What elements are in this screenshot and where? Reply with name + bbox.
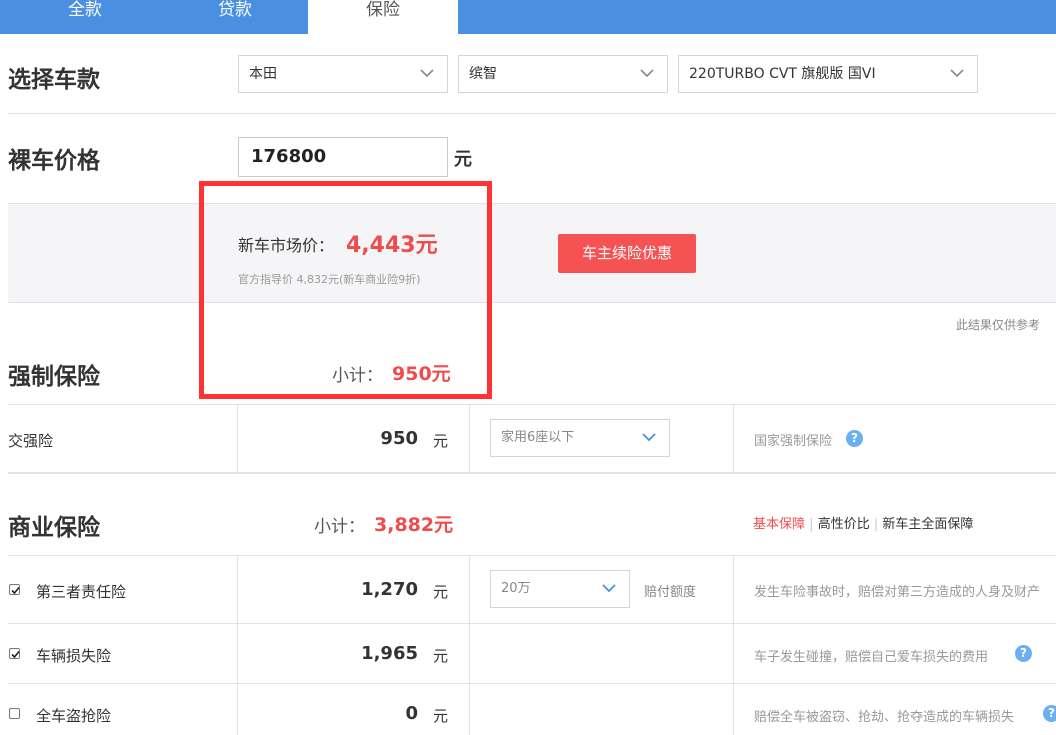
series-select[interactable]: 缤智 <box>458 55 668 93</box>
brand-select-value: 本田 <box>249 66 277 82</box>
compulsory-row-amount: 950 <box>380 428 418 449</box>
summary-box <box>8 203 1056 303</box>
seat-type-select[interactable]: 家用6座以下 <box>490 419 670 457</box>
price-unit: 元 <box>454 149 472 170</box>
divider <box>8 472 1056 474</box>
plan-options: 基本保障 | 高性价比 | 新车主全面保障 <box>753 517 974 532</box>
theft-unit: 元 <box>433 707 449 725</box>
tab-insurance[interactable]: 保险 <box>308 0 458 34</box>
help-icon[interactable]: ? <box>1015 645 1032 662</box>
plan-value[interactable]: 高性价比 <box>818 517 870 532</box>
trim-select-value: 220TURBO CVT 旗舰版 国VI <box>689 66 876 82</box>
compulsory-row-desc: 国家强制保险 <box>754 434 833 449</box>
tab-bar: 全款 贷款 保险 <box>0 0 1056 34</box>
commercial-subtotal-label: 小计： <box>314 517 365 537</box>
price-input[interactable]: 176800 <box>238 137 448 177</box>
coverage-amount-value: 20万 <box>501 581 531 596</box>
third-party-checkbox[interactable] <box>9 584 20 595</box>
highlight-box <box>199 181 492 399</box>
seat-type-value: 家用6座以下 <box>501 430 575 445</box>
divider <box>733 556 734 735</box>
chevron-down-icon <box>602 584 616 593</box>
third-party-desc: 发生车险事故时，赔偿对第三方造成的人身及财产 <box>754 585 1041 600</box>
theft-amount: 0 <box>405 703 418 724</box>
commercial-subtotal-value: 3,882元 <box>374 514 454 536</box>
plan-basic[interactable]: 基本保障 <box>753 517 805 532</box>
check-icon <box>11 586 20 595</box>
divider <box>8 623 1056 624</box>
vehicle-damage-amount: 1,965 <box>361 643 418 664</box>
divider <box>469 556 470 735</box>
divider <box>8 113 1056 114</box>
chevron-down-icon <box>640 69 654 78</box>
vehicle-damage-desc: 车子发生碰撞，赔偿自己爱车损失的费用 <box>754 650 989 665</box>
divider <box>469 405 470 472</box>
coverage-amount-label: 赔付额度 <box>644 585 697 600</box>
divider <box>237 556 238 735</box>
price-title: 裸车价格 <box>8 148 100 174</box>
tab-full-payment[interactable]: 全款 <box>0 0 170 34</box>
brand-select[interactable]: 本田 <box>238 55 448 93</box>
divider <box>237 405 238 472</box>
theft-checkbox[interactable] <box>9 708 20 719</box>
divider <box>733 405 734 472</box>
vehicle-damage-name: 车辆损失险 <box>36 647 112 665</box>
compulsory-row-name: 交强险 <box>8 432 54 450</box>
compulsory-title: 强制保险 <box>8 364 100 390</box>
theft-desc: 赔偿全车被盗窃、抢劫、抢夺造成的车辆损失 <box>754 710 1015 725</box>
trim-select[interactable]: 220TURBO CVT 旗舰版 国VI <box>678 55 978 93</box>
theft-name: 全车盗抢险 <box>36 707 112 725</box>
divider <box>8 555 1056 556</box>
plan-full[interactable]: 新车主全面保障 <box>882 517 973 532</box>
select-model-title: 选择车款 <box>8 67 100 93</box>
divider <box>8 404 1056 405</box>
divider <box>8 683 1056 684</box>
disclaimer-text: 此结果仅供参考 <box>956 318 1041 332</box>
chevron-down-icon <box>950 69 964 78</box>
third-party-amount: 1,270 <box>361 579 418 600</box>
chevron-down-icon <box>642 433 656 442</box>
third-party-name: 第三者责任险 <box>36 583 127 601</box>
tab-loan[interactable]: 贷款 <box>160 0 310 34</box>
renew-discount-button[interactable]: 车主续险优惠 <box>558 234 696 273</box>
vehicle-damage-unit: 元 <box>433 647 449 665</box>
third-party-unit: 元 <box>433 583 449 601</box>
compulsory-row-unit: 元 <box>433 432 449 450</box>
help-icon[interactable]: ? <box>1043 705 1056 722</box>
series-select-value: 缤智 <box>469 66 497 82</box>
vehicle-damage-checkbox[interactable] <box>9 648 20 659</box>
chevron-down-icon <box>420 69 434 78</box>
check-icon <box>11 650 20 659</box>
commercial-title: 商业保险 <box>8 515 100 541</box>
coverage-amount-select[interactable]: 20万 <box>490 570 630 608</box>
help-icon[interactable]: ? <box>846 430 863 447</box>
